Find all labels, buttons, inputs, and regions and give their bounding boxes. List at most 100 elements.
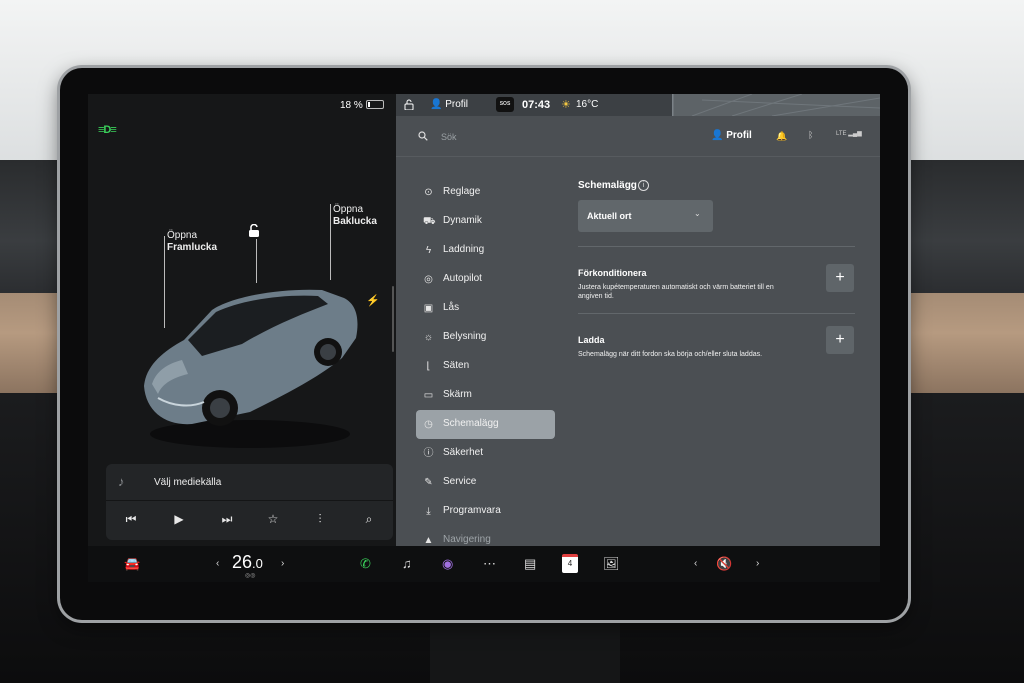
media-search-icon[interactable]: ⌕ [360,512,378,527]
lte-label: LTE [836,131,847,137]
profile-button-top[interactable]: 👤 Profil [430,99,468,110]
media-controls: ⏮ ▶ ⏭ ☆ ⫶ ⌕ [106,504,393,538]
temp-up-chevron-icon[interactable]: › [281,558,284,569]
headlights-icon[interactable]: ≡D≡ [98,124,117,136]
more-apps-icon[interactable]: ⋯ [483,556,496,572]
menu-item-laddning[interactable]: ϟ Laddning [416,236,555,265]
map-preview[interactable] [670,94,880,117]
menu-item-dynamik[interactable]: ⛟ Dynamik [416,207,555,236]
divider [578,313,855,314]
menu-item-autopilot[interactable]: ◎ Autopilot [416,265,555,294]
car-status-pane: 18 % ≡D≡ Öppna Framlucka Öppna Baklucka … [88,94,396,546]
lte-signal-icon: LTE ▂▄▆ [836,131,862,137]
notes-icon[interactable]: ▤ [524,556,536,572]
trunk-label-line2: Baklucka [333,216,377,227]
chevron-down-icon: ⌄ [694,209,701,218]
bell-icon[interactable]: 🔔 [776,131,787,142]
location-value: Aktuell ort [587,211,632,221]
media-player: ♪ Välj mediekälla ⏮ ▶ ⏭ ☆ ⫶ ⌕ [106,464,393,540]
left-pane-scrollbar[interactable] [392,286,394,352]
music-note-icon: ♪ [118,474,125,489]
volume-down-chevron-icon[interactable]: ‹ [694,558,697,569]
navigation-icon: ▲ [423,535,434,546]
battery-percent: 18 % [340,100,363,111]
wrench-icon: ✎ [424,477,433,488]
clock-icon: ◷ [424,419,433,430]
temp-down-chevron-icon[interactable]: ‹ [216,558,219,569]
photo-gallery-icon[interactable]: 🖼 [603,556,620,572]
menu-item-sakerhet[interactable]: ⓘ Säkerhet [416,439,555,468]
open-frunk-button[interactable]: Öppna Framlucka [167,230,217,254]
charge-title: Ladda [578,335,605,345]
frunk-label-line1: Öppna [167,230,198,241]
info-icon[interactable]: i [638,180,649,191]
display-icon: ▭ [423,390,434,401]
steering-wheel-icon: ◎ [424,274,433,285]
alert-icon: ⓘ [423,448,434,459]
car-icon: ⛟ [423,216,436,227]
menu-item-las[interactable]: ▣ Lås [416,294,555,323]
fan-icon: ◎◎ [245,573,256,579]
status-bar: 👤 Profil SOS 07:43 ☀ 16°C [396,94,880,117]
bolt-icon: ϟ [425,245,432,256]
menu-item-skarm[interactable]: ▭ Skärm [416,381,555,410]
touchscreen: 18 % ≡D≡ Öppna Framlucka Öppna Baklucka … [88,94,880,582]
menu-item-belysning[interactable]: ☼ Belysning [416,323,555,352]
battery-icon [365,100,384,109]
trunk-leader-line [330,204,331,280]
menu-item-programvara[interactable]: ⤓ Programvara [416,497,555,526]
bluetooth-icon[interactable]: ᛒ [808,130,813,140]
unlock-icon[interactable] [248,224,260,238]
car-model-image [144,289,358,448]
menu-item-schemalagg[interactable]: ◷ Schemalägg [416,410,555,439]
play-icon[interactable]: ▶ [170,512,188,526]
cabin-temp-decimal: .0 [252,556,263,571]
music-icon[interactable]: ♫ [402,556,412,571]
controls-pane: 👤 Profil SOS 07:43 ☀ 16°C Sök 👤 Profil 🔔… [396,94,880,546]
add-charge-schedule-button[interactable]: + [826,326,854,354]
lock-icon: ▣ [423,303,434,314]
trunk-label-line1: Öppna [333,204,364,215]
mute-icon[interactable]: 🔇 [716,556,732,572]
outside-temperature: 16°C [576,99,599,110]
next-track-icon[interactable]: ⏭ [218,512,236,527]
settings-search-bar: Sök 👤 Profil 🔔 ᛒ LTE ▂▄▆ [396,118,880,156]
profile-label: Profil [445,99,469,110]
map-roads [670,94,880,117]
camera-icon[interactable]: ◉ [442,556,453,572]
previous-track-icon[interactable]: ⏮ [122,512,140,527]
cabin-temperature[interactable]: 26.0 [232,552,263,573]
profile-button[interactable]: 👤 Profil [711,130,752,141]
menu-item-saten[interactable]: ⌊ Säten [416,352,555,381]
sun-icon: ☀ [561,99,571,111]
volume-up-chevron-icon[interactable]: › [756,558,759,569]
location-dropdown[interactable]: Aktuell ort ⌄ [578,200,713,232]
charge-description: Schemalägg när ditt fordon ska börja och… [578,351,763,358]
display-stand [430,610,620,683]
precondition-description: Justera kupétemperaturen automatiskt och… [578,284,774,300]
open-trunk-button[interactable]: Öppna Baklucka [333,204,377,228]
lock-status-icon[interactable] [404,99,414,110]
calendar-icon[interactable]: 4 [562,554,578,573]
menu-item-service[interactable]: ✎ Service [416,468,555,497]
divider [578,246,855,247]
menu-item-reglage[interactable]: ⊙ Reglage [416,178,555,207]
sos-button[interactable]: SOS [496,97,514,112]
sun-icon: ☼ [423,332,434,343]
search-input[interactable]: Sök [441,132,457,142]
media-source-row[interactable]: ♪ Välj mediekälla [106,464,393,501]
search-icon[interactable] [418,131,428,141]
equalizer-icon[interactable]: ⫶ [311,512,329,527]
clock: 07:43 [522,99,551,111]
add-precondition-button[interactable]: + [826,264,854,292]
phone-icon[interactable]: ✆ [360,556,371,572]
cabin-temp-integer: 26 [232,552,253,572]
profile-label-2: Profil [726,130,752,141]
toggle-icon: ⊙ [424,187,433,198]
favorite-star-icon[interactable]: ☆ [264,512,282,526]
charge-port-icon[interactable]: ⚡ [366,294,380,307]
precondition-title: Förkonditionera [578,268,647,278]
media-source-label: Välj mediekälla [154,477,222,488]
battery-indicator: 18 % [340,100,384,111]
car-icon[interactable]: 🚘 [124,556,140,572]
